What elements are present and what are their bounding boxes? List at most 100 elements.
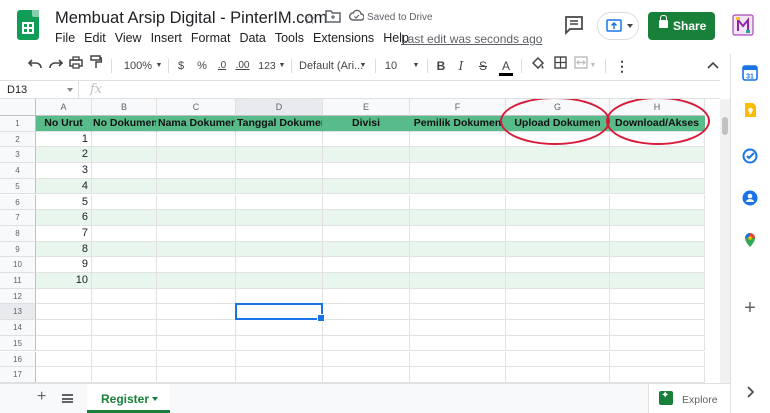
cell-h5[interactable] [610,178,705,195]
cell-a9[interactable]: 8 [36,241,92,258]
share-button[interactable]: Share [648,12,715,40]
tasks-icon[interactable] [742,148,758,164]
more-options-icon[interactable]: ⋮ [615,54,629,78]
cell-f5[interactable] [410,178,506,195]
menu-tools[interactable]: Tools [275,31,304,45]
cell-c17[interactable] [157,367,236,383]
row-header-10[interactable]: 10 [0,257,36,273]
cell-h10[interactable] [610,257,705,273]
row-header-15[interactable]: 15 [0,335,36,352]
text-color-button[interactable]: A [499,54,513,78]
cell-b5[interactable] [92,178,157,195]
move-folder-icon[interactable] [325,9,341,27]
cell-d8[interactable] [236,225,323,242]
cell-g7[interactable] [506,210,610,226]
cell-d17[interactable] [236,367,323,383]
select-all-corner[interactable] [0,99,36,116]
cell-c8[interactable] [157,225,236,242]
header-cell-d[interactable]: Tanggal Dokumen [236,116,323,132]
cell-d7[interactable] [236,210,323,226]
column-header-h[interactable]: H [610,99,705,116]
cell-e2[interactable] [323,131,410,148]
cell-e3[interactable] [323,147,410,164]
cell-f7[interactable] [410,210,506,226]
menu-format[interactable]: Format [191,31,231,45]
row-header-1[interactable]: 1 [0,116,36,132]
all-sheets-icon[interactable] [62,394,73,403]
row-header-7[interactable]: 7 [0,210,36,226]
cell-d2[interactable] [236,131,323,148]
cell-d4[interactable] [236,163,323,179]
cell-g6[interactable] [506,194,610,211]
cell-b2[interactable] [92,131,157,148]
fill-color-icon[interactable] [530,54,546,78]
cell-h16[interactable] [610,351,705,368]
column-header-a[interactable]: A [36,99,92,116]
cell-f10[interactable] [410,257,506,273]
cell-a12[interactable] [36,288,92,305]
strikethrough-button[interactable]: S [477,54,489,78]
header-cell-h[interactable]: Download/Akses [610,116,705,132]
merge-cells-icon[interactable] [573,54,589,78]
cell-g4[interactable] [506,163,610,179]
menu-insert[interactable]: Insert [151,31,182,45]
cell-b16[interactable] [92,351,157,368]
cell-d11[interactable] [236,273,323,289]
cell-e15[interactable] [323,335,410,352]
cell-c10[interactable] [157,257,236,273]
cell-c15[interactable] [157,335,236,352]
scrollbar-thumb[interactable] [722,117,728,135]
cell-b10[interactable] [92,257,157,273]
cell-b14[interactable] [92,320,157,336]
column-header-c[interactable]: C [157,99,236,116]
star-icon[interactable]: ☆ [303,10,316,28]
cell-e7[interactable] [323,210,410,226]
cell-d13[interactable] [236,304,323,321]
font-size-select[interactable]: 10 [384,54,398,78]
header-cell-b[interactable]: No Dokumen [92,116,157,132]
paint-format-icon[interactable] [88,54,104,78]
chevron-down-icon[interactable]: ▼ [278,54,286,78]
cell-e4[interactable] [323,163,410,179]
cell-a2[interactable]: 1 [36,131,92,148]
row-header-16[interactable]: 16 [0,351,36,368]
borders-icon[interactable] [552,54,568,78]
sheets-logo-icon[interactable] [17,10,39,40]
row-header-5[interactable]: 5 [0,178,36,195]
avatar[interactable] [730,12,756,38]
cell-f17[interactable] [410,367,506,383]
undo-icon[interactable] [27,54,43,78]
cell-b6[interactable] [92,194,157,211]
cell-g2[interactable] [506,131,610,148]
cell-e12[interactable] [323,288,410,305]
keep-icon[interactable] [742,102,758,118]
cell-a6[interactable]: 5 [36,194,92,211]
percent-format-button[interactable]: % [197,54,207,78]
document-title[interactable]: Membuat Arsip Digital - PinterIM.com [55,9,327,28]
cell-g5[interactable] [506,178,610,195]
row-header-4[interactable]: 4 [0,163,36,179]
cell-e5[interactable] [323,178,410,195]
cell-h17[interactable] [610,367,705,383]
chevron-down-icon[interactable]: ▼ [589,54,597,78]
row-header-13[interactable]: 13 [0,304,36,321]
menu-view[interactable]: View [115,31,142,45]
cell-c2[interactable] [157,131,236,148]
cell-a7[interactable]: 6 [36,210,92,226]
decrease-decimal-button[interactable]: .0 [215,54,229,78]
cell-b12[interactable] [92,288,157,305]
cell-f15[interactable] [410,335,506,352]
cell-f16[interactable] [410,351,506,368]
cell-e6[interactable] [323,194,410,211]
maps-icon[interactable] [742,232,758,248]
menu-data[interactable]: Data [239,31,265,45]
row-header-17[interactable]: 17 [0,367,36,383]
header-cell-e[interactable]: Divisi [323,116,410,132]
present-button[interactable] [597,12,639,40]
row-header-11[interactable]: 11 [0,273,36,289]
menu-edit[interactable]: Edit [84,31,106,45]
contacts-icon[interactable] [742,190,758,206]
row-header-2[interactable]: 2 [0,131,36,148]
cloud-saved-icon[interactable] [348,9,365,26]
cell-f14[interactable] [410,320,506,336]
